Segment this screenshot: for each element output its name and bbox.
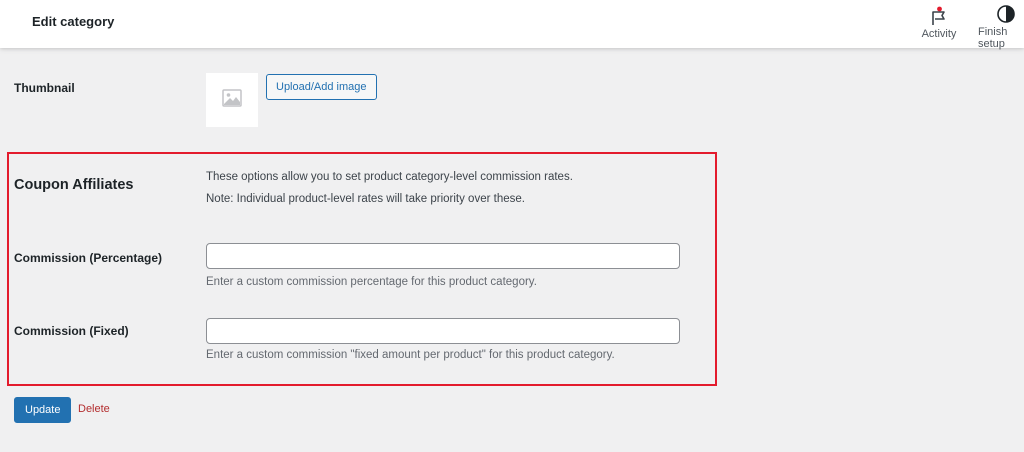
flag-icon xyxy=(930,4,948,26)
finish-setup-label: Finish setup xyxy=(978,26,1008,50)
page-title: Edit category xyxy=(32,14,115,29)
activity-button[interactable]: Activity xyxy=(918,4,960,44)
coupon-affiliates-description: These options allow you to set product c… xyxy=(206,171,573,183)
commission-fixed-label: Commission (Fixed) xyxy=(14,324,129,338)
commission-fixed-help: Enter a custom commission "fixed amount … xyxy=(206,349,615,361)
commission-percentage-label: Commission (Percentage) xyxy=(14,251,163,265)
activity-label: Activity xyxy=(921,28,957,40)
commission-percentage-input[interactable] xyxy=(206,243,680,269)
top-bar: Edit category Activity Finish setup xyxy=(0,0,1024,50)
delete-link[interactable]: Delete xyxy=(78,403,110,415)
thumbnail-label: Thumbnail xyxy=(14,81,75,95)
upload-image-button[interactable]: Upload/Add image xyxy=(266,74,377,100)
coupon-affiliates-note: Note: Individual product-level rates wil… xyxy=(206,193,525,205)
image-placeholder-icon xyxy=(222,88,242,112)
half-circle-icon xyxy=(978,4,1016,24)
commission-fixed-input[interactable] xyxy=(206,318,680,344)
thumbnail-preview xyxy=(206,73,258,127)
finish-setup-button[interactable]: Finish setup xyxy=(976,4,1024,50)
commission-percentage-help: Enter a custom commission percentage for… xyxy=(206,276,537,288)
coupon-affiliates-title: Coupon Affiliates xyxy=(14,177,134,193)
update-button[interactable]: Update xyxy=(14,397,72,423)
